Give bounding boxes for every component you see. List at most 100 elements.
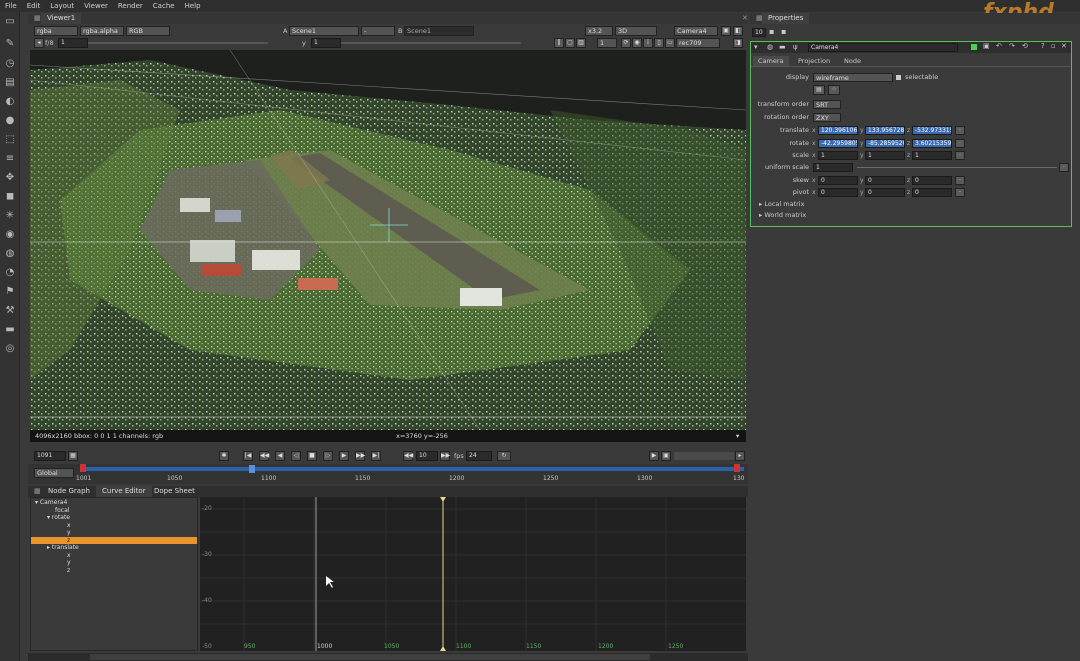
float-icon[interactable]: ▣: [983, 42, 990, 50]
channel-icon[interactable]: ▤: [4, 77, 16, 89]
tab-curve-editor[interactable]: Curve Editor: [96, 486, 152, 497]
pane-menu-icon[interactable]: ▦: [28, 13, 41, 24]
image-icon[interactable]: ▭: [4, 16, 16, 28]
gain-slider[interactable]: [88, 42, 268, 44]
increment-field[interactable]: 10: [416, 451, 438, 461]
undo-icon[interactable]: ↶: [996, 42, 1002, 50]
rotate-anim-icon[interactable]: ·: [955, 139, 965, 148]
compare-dropdown[interactable]: -: [361, 26, 395, 36]
redo-icon[interactable]: ↷: [1009, 42, 1015, 50]
timeline-bar[interactable]: [80, 467, 744, 471]
lock-camera-icon[interactable]: ▣: [721, 26, 731, 36]
views-icon[interactable]: ◍: [4, 248, 16, 260]
world-matrix-toggle[interactable]: ▸ World matrix: [759, 211, 806, 220]
expand-icon[interactable]: ▸: [735, 451, 745, 461]
scrollbar-thumb[interactable]: [90, 654, 650, 660]
furnace-icon[interactable]: ▬: [4, 324, 16, 336]
tree-item-rotate[interactable]: ▾ rotate: [31, 514, 197, 522]
deep-icon[interactable]: ◉: [4, 229, 16, 241]
colorspace-dropdown[interactable]: RGB: [126, 26, 170, 36]
tree-item-camera4[interactable]: ▾ Camera4: [31, 499, 197, 507]
fps-field[interactable]: 24: [466, 451, 492, 461]
translate-z-field[interactable]: -532.973315: [912, 126, 952, 135]
pivot-x-field[interactable]: 0: [818, 188, 858, 197]
view-mode-dropdown[interactable]: 3D: [615, 26, 657, 36]
menu-layout[interactable]: Layout: [45, 2, 79, 10]
rotate-x-field[interactable]: -42.2959805: [818, 139, 858, 148]
lut-dropdown[interactable]: rec709: [676, 38, 720, 48]
other-icon[interactable]: ⚒: [4, 305, 16, 317]
merge-icon[interactable]: ≡: [4, 153, 16, 165]
timeline-scope-dropdown[interactable]: Global: [34, 468, 74, 478]
menu-render[interactable]: Render: [113, 2, 148, 10]
metadata-icon[interactable]: ◔: [4, 267, 16, 279]
subtab-node[interactable]: Node: [839, 56, 866, 66]
input-a-dropdown[interactable]: Scene1: [289, 26, 359, 36]
viewer-3d-viewport[interactable]: [30, 50, 746, 430]
import-chan-icon[interactable]: ▤: [813, 85, 825, 95]
tree-item-translate-z[interactable]: z: [31, 567, 197, 575]
gamma-slider[interactable]: [341, 42, 521, 44]
out-point-marker[interactable]: [734, 464, 740, 472]
node-color-icon[interactable]: ◍: [767, 43, 773, 51]
refresh-icon[interactable]: ⟳: [621, 38, 631, 48]
current-frame-field[interactable]: 1091: [34, 451, 66, 461]
uniform-scale-anim-icon[interactable]: ·: [1059, 163, 1069, 172]
scale-z-field[interactable]: 1: [912, 151, 952, 160]
tab-properties[interactable]: Properties: [762, 13, 810, 24]
timeline[interactable]: Global 1001 1050 1100 1150 1200 1250 130…: [28, 464, 748, 484]
pane-menu-icon[interactable]: ▦: [750, 13, 763, 24]
tree-item-translate[interactable]: ▸ translate: [31, 544, 197, 552]
play-backward-icon[interactable]: ◁: [291, 451, 301, 461]
menu-help[interactable]: Help: [180, 2, 206, 10]
settings-icon[interactable]: ✱: [219, 451, 229, 461]
float-panel-icon[interactable]: ▫: [1051, 42, 1056, 50]
translate-y-field[interactable]: 133.956728: [865, 126, 905, 135]
keyer-icon[interactable]: ⬚: [4, 134, 16, 146]
skew-x-field[interactable]: 0: [818, 176, 858, 185]
play-forward-icon[interactable]: ▷: [323, 451, 333, 461]
in-point-marker[interactable]: [80, 464, 86, 472]
local-matrix-toggle[interactable]: ▸ Local matrix: [759, 200, 804, 209]
particles-icon[interactable]: ✳: [4, 210, 16, 222]
channels-dropdown[interactable]: rgba: [34, 26, 78, 36]
snap-menu-icon[interactable]: ⁘: [828, 85, 840, 95]
prev-frame-icon[interactable]: ◀: [275, 451, 285, 461]
tree-item-focal[interactable]: focal: [31, 507, 197, 515]
horizontal-scrollbar[interactable]: [28, 653, 748, 661]
tree-item-translate-y[interactable]: y: [31, 559, 197, 567]
skew-anim-icon[interactable]: ·: [955, 176, 965, 185]
close-panel-icon[interactable]: ✕: [1061, 42, 1067, 50]
transform-icon[interactable]: ✥: [4, 172, 16, 184]
tab-dope-sheet[interactable]: Dope Sheet: [148, 486, 201, 497]
lock-icon[interactable]: ▪: [769, 27, 774, 36]
draw-icon[interactable]: ✎: [4, 38, 16, 50]
scale-y-field[interactable]: 1: [865, 151, 905, 160]
render-frames-icon[interactable]: ▣: [661, 451, 671, 461]
pivot-y-field[interactable]: 0: [865, 188, 905, 197]
playback-range-slider[interactable]: [674, 452, 734, 460]
camera-view-icon[interactable]: ◧: [733, 26, 743, 36]
menu-file[interactable]: File: [0, 2, 22, 10]
skew-y-field[interactable]: 0: [865, 176, 905, 185]
node-color-swatch[interactable]: [971, 44, 977, 50]
render-icon[interactable]: ◉: [632, 38, 642, 48]
gamma-field[interactable]: 1: [311, 38, 341, 48]
prev-keyframe-icon[interactable]: ◀◀: [259, 451, 269, 461]
uniform-scale-field[interactable]: 1: [813, 163, 853, 172]
transform-order-dropdown[interactable]: SRT: [813, 100, 841, 109]
time-icon[interactable]: ◷: [4, 58, 16, 70]
help-icon[interactable]: ?: [1041, 42, 1045, 50]
frame-skip-dropdown[interactable]: 1: [597, 38, 617, 48]
proxy-dropdown[interactable]: x3.2: [585, 26, 613, 36]
gain-icon[interactable]: ◂: [34, 38, 44, 48]
clear-panels-icon[interactable]: ▪: [781, 27, 786, 36]
next-frame-icon[interactable]: ▶: [339, 451, 349, 461]
curve-editor-graph[interactable]: -20 -30 -40 -50 950 1000 1050 1100 1150 …: [200, 497, 746, 651]
next-keyframe-icon[interactable]: ▶▶: [355, 451, 365, 461]
menu-cache[interactable]: Cache: [148, 2, 180, 10]
color-icon[interactable]: ◐: [4, 96, 16, 108]
selectable-checkbox[interactable]: [896, 75, 901, 80]
input-b-dropdown[interactable]: Scene1: [404, 26, 474, 36]
input-process-icon[interactable]: ◨: [733, 38, 743, 48]
